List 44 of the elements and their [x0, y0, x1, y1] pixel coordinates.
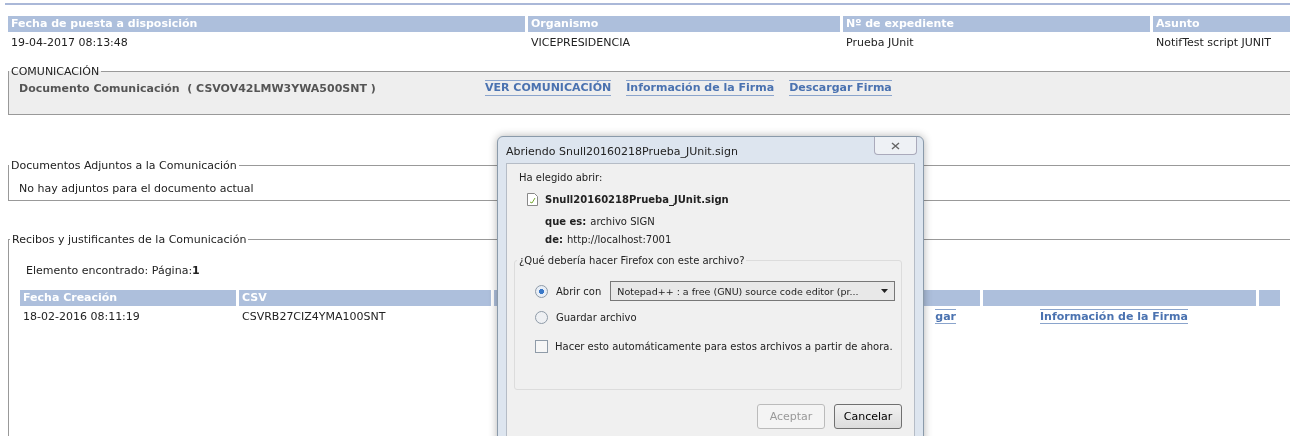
file-name: Snull20160218Prueba_JUnit.sign [545, 194, 729, 205]
column-header: Organismo [528, 16, 840, 32]
link[interactable]: VER COMUNICACIÓN [485, 80, 612, 96]
column-header: Asunto [1153, 16, 1290, 32]
close-button[interactable] [874, 137, 917, 155]
close-icon [891, 141, 900, 150]
link[interactable]: Información de la Firma [1040, 309, 1188, 324]
document-label: Documento Comunicación ( CSVOV42LMW3YWA500SNT ) [19, 81, 377, 95]
link[interactable]: Información de la Firma [626, 80, 775, 96]
checkbox[interactable] [535, 340, 548, 353]
table-cell-text: Prueba JUnit [845, 35, 915, 51]
radio-button[interactable] [535, 310, 548, 324]
source-label: de: [545, 234, 563, 245]
section-legend: COMUNICACIÓN [9, 65, 102, 78]
radio-button[interactable] [535, 284, 548, 298]
link[interactable]: Descargar Firma [789, 80, 892, 96]
section-legend: Recibos y justificantes de la Comunicación [10, 233, 249, 246]
column-header: Nº de expediente [843, 16, 1150, 32]
table-cell-text: VICEPRESIDENCIA [530, 35, 631, 51]
option-label: Abrir con [556, 285, 602, 297]
section-legend: Documentos Adjuntos a la Comunicación [9, 159, 239, 172]
source-value: http://localhost:7001 [566, 234, 672, 245]
type-label: que es: [545, 216, 587, 227]
group-legend: ¿Qué debería hacer Firefox con este archivo? [517, 255, 747, 266]
link[interactable]: gar [935, 309, 956, 324]
dropdown-arrow-icon [881, 289, 889, 293]
intro-text: Ha elegido abrir: [519, 172, 603, 183]
option-label: Guardar archivo [556, 311, 637, 323]
type-value: archivo SIGN [590, 216, 655, 227]
empty-message: No hay adjuntos para el documento actual [19, 182, 255, 195]
table-cell-text: CSVRB27CIZ4YMA100SNT [241, 309, 387, 325]
document-icon [527, 193, 538, 206]
column-header [1259, 290, 1280, 306]
table-cell-text: 19-04-2017 08:13:48 [10, 35, 129, 51]
table-cell-text: 18-02-2016 08:11:19 [22, 309, 141, 325]
table-cell-text: NotifTest script JUNIT [1155, 35, 1272, 51]
column-header: Fecha de puesta a disposición [8, 16, 525, 32]
results-label: Elemento encontrado: Página:1 [26, 264, 200, 277]
checkbox-label: Hacer esto automáticamente para estos archivos a partir de ahora. [555, 341, 893, 352]
dialog-title: Abriendo Snull20160218Prueba_JUnit.sign [506, 145, 738, 158]
application-dropdown[interactable]: Notepad++ : a free (GNU) source code editor (pr... [610, 281, 896, 301]
column-header: CSV [239, 290, 491, 306]
dialog-button[interactable]: Cancelar [834, 404, 902, 429]
column-header: Fecha Creación [20, 290, 236, 306]
